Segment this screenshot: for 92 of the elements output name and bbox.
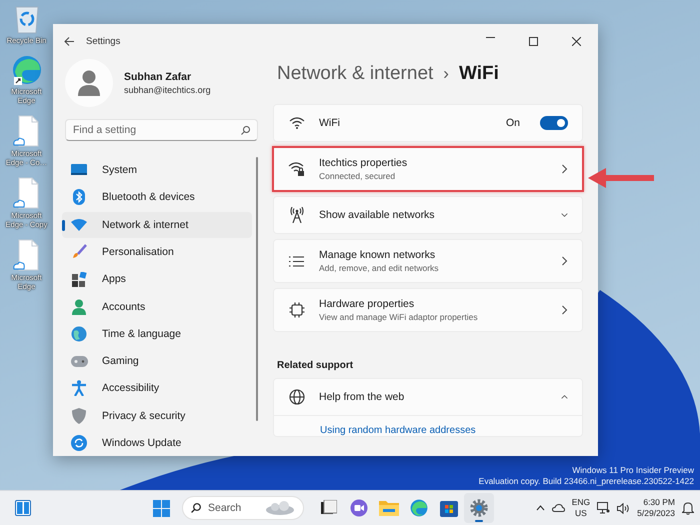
shield-icon xyxy=(72,408,86,424)
chat-icon[interactable] xyxy=(350,499,368,517)
edge-icon[interactable] xyxy=(410,499,428,517)
document-icon[interactable] xyxy=(12,177,42,209)
chevron-icon[interactable] xyxy=(561,164,568,174)
search-field[interactable]: Find a setting xyxy=(65,119,258,142)
cloud-icon[interactable] xyxy=(552,504,565,512)
setting-card[interactable]: WiFi On xyxy=(273,104,583,142)
page-title: WiFi xyxy=(458,63,499,85)
setting-description: View and manage WiFi adaptor properties xyxy=(319,312,479,322)
breadcrumb-separator: › xyxy=(443,64,449,84)
globe-icon xyxy=(288,389,304,405)
sidebar-item[interactable]: Time & language xyxy=(62,320,252,347)
user-name: Subhan Zafar xyxy=(124,70,192,83)
watermark-text: Evaluation copy. Build 23466.ni_prerelease.230522-1422 xyxy=(478,476,694,487)
search-icon xyxy=(241,126,250,136)
apps-icon xyxy=(72,272,86,287)
setting-card[interactable]: Show available networks xyxy=(273,196,583,234)
setting-card[interactable]: Hardware properties View and manage WiFi adaptor properties xyxy=(273,288,583,332)
brush-icon xyxy=(72,244,86,260)
globe-icon xyxy=(71,326,87,342)
scrollbar[interactable] xyxy=(256,157,258,422)
network-icon[interactable] xyxy=(597,502,610,514)
edge-icon[interactable] xyxy=(12,55,42,85)
language-indicator[interactable]: ENG US xyxy=(572,497,590,519)
start-icon[interactable] xyxy=(152,500,170,516)
setting-card[interactable]: Help from the web Using random hardware addresses xyxy=(273,378,583,437)
chevron-up-icon[interactable] xyxy=(536,505,545,511)
setting-card[interactable]: Manage known networks Add, remove, and edit networks xyxy=(273,239,583,283)
setting-card[interactable]: Itechtics properties Connected, secured xyxy=(272,146,584,192)
watermark-text: Windows 11 Pro Insider Preview xyxy=(572,465,694,476)
setting-title: Manage known networks xyxy=(319,249,436,261)
setting-title: Hardware properties xyxy=(319,298,416,310)
wifi-lock-icon xyxy=(288,162,305,176)
notification-bell-icon[interactable] xyxy=(682,502,694,514)
sidebar-item[interactable]: Accessibility xyxy=(62,375,252,402)
antenna-icon xyxy=(290,207,304,223)
chevron-icon[interactable] xyxy=(561,394,568,400)
volume-icon[interactable] xyxy=(617,502,630,514)
gamepad-icon xyxy=(70,356,88,367)
sidebar-item[interactable]: Network & internet xyxy=(62,212,252,238)
cloud-picture-icon xyxy=(265,501,295,515)
task-view-icon[interactable] xyxy=(321,500,337,516)
setting-description: Add, remove, and edit networks xyxy=(319,263,440,273)
chip-icon xyxy=(288,302,304,318)
document-icon[interactable] xyxy=(12,115,42,147)
search-icon xyxy=(191,503,201,513)
toggle-switch[interactable] xyxy=(540,116,568,130)
person-icon xyxy=(72,298,86,315)
list-icon xyxy=(289,256,304,266)
document-icon[interactable] xyxy=(12,239,42,271)
close-icon[interactable] xyxy=(572,36,581,46)
chevron-icon[interactable] xyxy=(561,256,568,266)
person-icon xyxy=(78,70,100,96)
widgets-icon[interactable] xyxy=(15,500,31,516)
sidebar-item[interactable]: System xyxy=(62,157,252,184)
toggle-state-label: On xyxy=(506,117,520,129)
taskbar-search[interactable]: Search xyxy=(182,496,304,520)
monitor-icon xyxy=(71,163,87,178)
settings-icon[interactable] xyxy=(470,499,488,517)
bluetooth-icon xyxy=(73,189,85,206)
setting-title: Help from the web xyxy=(319,391,406,403)
chevron-icon[interactable] xyxy=(561,305,568,315)
refresh-icon xyxy=(71,435,87,451)
sidebar-item[interactable]: Accounts xyxy=(62,294,252,320)
help-link[interactable]: Using random hardware addresses xyxy=(320,425,476,436)
sidebar-item[interactable]: Windows Update xyxy=(62,430,252,456)
window-title: Settings xyxy=(86,36,122,46)
setting-title: Itechtics properties xyxy=(319,157,408,169)
sidebar-item[interactable]: Gaming xyxy=(62,348,252,374)
sidebar-item[interactable]: Apps xyxy=(62,266,252,292)
minimize-icon[interactable] xyxy=(486,36,495,38)
setting-title: Show available networks xyxy=(319,209,436,221)
setting-title: WiFi xyxy=(319,117,341,129)
accessibility-icon xyxy=(72,380,86,396)
clock[interactable]: 6:30 PM 5/29/2023 xyxy=(637,497,675,519)
setting-description: Connected, secured xyxy=(319,171,396,181)
wifi-icon xyxy=(288,117,304,129)
store-icon[interactable] xyxy=(440,499,458,517)
back-arrow-icon[interactable] xyxy=(64,36,74,46)
sidebar-item[interactable]: Personalisation xyxy=(62,238,252,265)
sidebar-item[interactable]: Bluetooth & devices xyxy=(62,184,252,210)
breadcrumb-link[interactable]: Network & internet xyxy=(277,63,434,85)
chevron-icon[interactable] xyxy=(561,212,568,218)
section-heading: Related support xyxy=(277,360,354,371)
sidebar-item[interactable]: Privacy & security xyxy=(62,402,252,429)
wifi-icon xyxy=(71,218,87,231)
folder-icon[interactable] xyxy=(379,500,399,516)
maximize-icon[interactable] xyxy=(529,36,538,46)
user-email: subhan@itechtics.org xyxy=(124,84,211,95)
annotation-arrow xyxy=(588,168,654,188)
recycle-bin-icon[interactable] xyxy=(14,4,40,34)
